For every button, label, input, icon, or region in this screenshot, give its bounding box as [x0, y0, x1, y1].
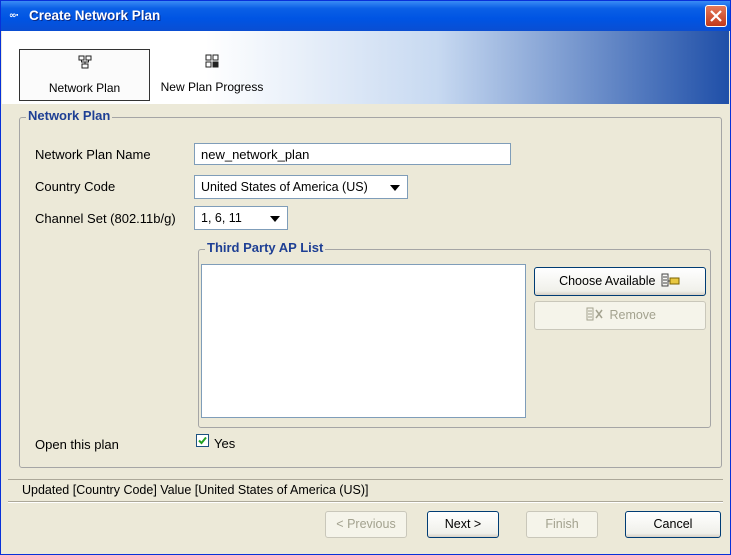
status-text: Updated [Country Code] Value [United Sta… [22, 483, 369, 497]
finish-button[interactable]: Finish [526, 511, 598, 538]
window-title: Create Network Plan [29, 8, 161, 23]
network-tree-icon [78, 55, 91, 69]
previous-button[interactable]: < Previous [325, 511, 407, 538]
network-plan-name-label: Network Plan Name [35, 147, 151, 162]
country-code-select[interactable]: United States of America (US) [194, 175, 408, 199]
country-code-label: Country Code [35, 179, 116, 194]
network-plan-name-input[interactable]: new_network_plan [194, 143, 511, 165]
chevron-down-icon [390, 185, 400, 191]
tab-network-plan-label: Network Plan [48, 81, 121, 95]
channel-set-value: 1, 6, 11 [201, 211, 242, 225]
next-label: Next > [444, 517, 482, 531]
remove-device-icon [586, 307, 603, 321]
third-party-ap-list[interactable] [201, 264, 526, 418]
close-icon [710, 10, 722, 22]
choose-available-button[interactable]: Choose Available [534, 267, 706, 296]
title-bar[interactable]: ∞∙ Create Network Plan [1, 1, 730, 31]
open-plan-yes-label[interactable]: Yes [214, 436, 235, 451]
footer-divider [8, 501, 723, 503]
tab-new-plan-progress[interactable]: New Plan Progress [152, 49, 272, 101]
remove-label: Remove [609, 308, 657, 322]
network-plan-group-title: Network Plan [26, 108, 113, 123]
tab-network-plan[interactable]: Network Plan [19, 49, 150, 101]
cancel-label: Cancel [653, 517, 693, 531]
wizard-toolbar: Network Plan New Plan Progress [2, 31, 729, 104]
channel-set-label: Channel Set (802.11b/g) [35, 211, 176, 226]
country-code-value: United States of America (US) [201, 180, 368, 194]
previous-label: < Previous [336, 517, 396, 531]
choose-available-label: Choose Available [559, 274, 656, 288]
remove-button[interactable]: Remove [534, 301, 706, 330]
add-device-icon [661, 273, 680, 287]
channel-set-select[interactable]: 1, 6, 11 [194, 206, 288, 230]
status-divider [8, 479, 723, 480]
chevron-down-icon [270, 216, 280, 222]
app-icon: ∞∙ [9, 11, 19, 21]
close-button[interactable] [705, 5, 727, 27]
finish-label: Finish [545, 517, 579, 531]
tab-new-plan-progress-label: New Plan Progress [160, 80, 264, 94]
next-button[interactable]: Next > [427, 511, 499, 538]
cancel-button[interactable]: Cancel [625, 511, 721, 538]
progress-grid-icon [205, 54, 219, 68]
checkmark-icon [198, 436, 207, 445]
dialog-window: ∞∙ Create Network Plan Network Plan New … [0, 0, 731, 555]
third-party-ap-group-title: Third Party AP List [205, 240, 326, 255]
open-plan-checkbox[interactable] [196, 434, 209, 447]
open-plan-label: Open this plan [35, 437, 119, 452]
